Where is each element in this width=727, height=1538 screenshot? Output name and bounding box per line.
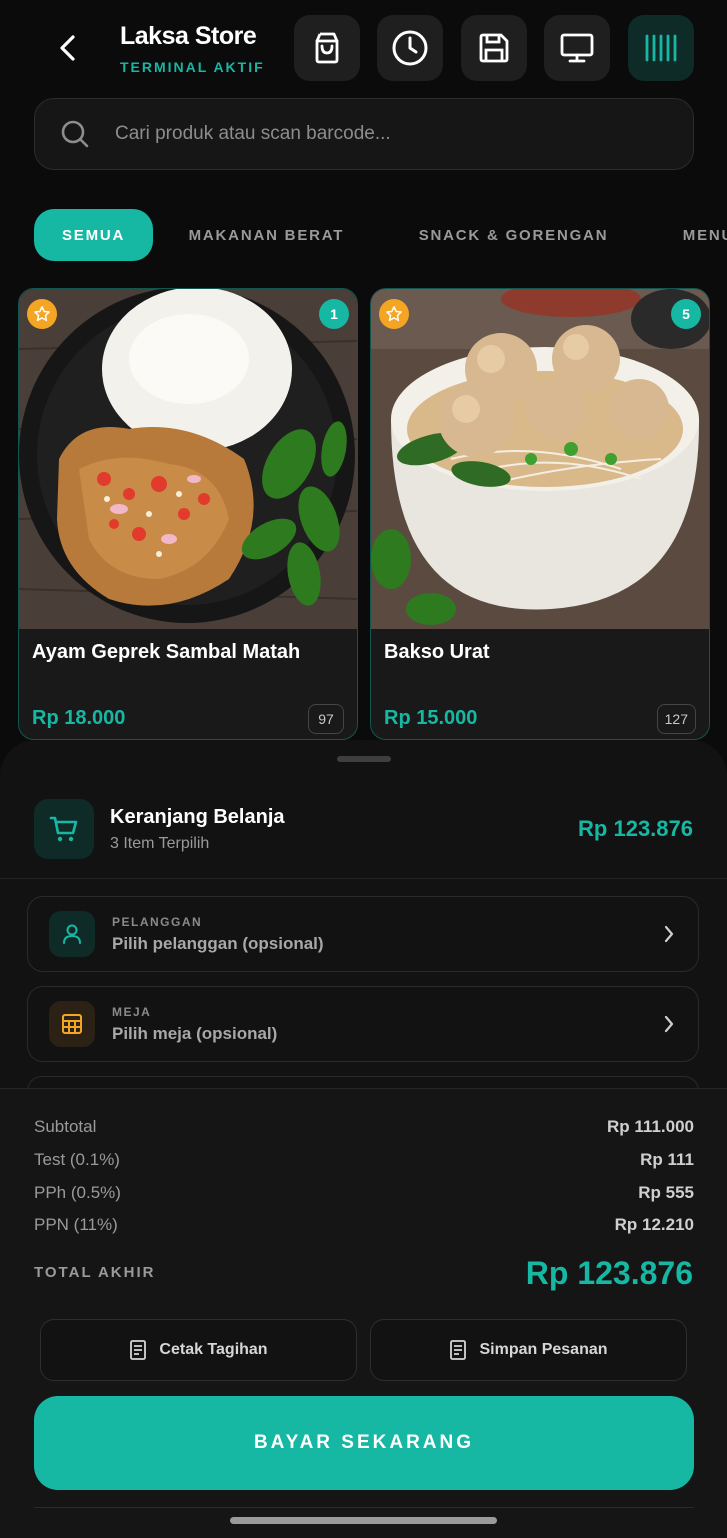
product-price: Rp 18.000 <box>32 707 126 729</box>
pay-now-button[interactable]: BAYAR SEKARANG <box>34 1396 694 1490</box>
history-button[interactable] <box>377 15 443 81</box>
tab-snack-gorengan[interactable]: SNACK & GORENGAN <box>404 209 624 261</box>
barcode-scan-button[interactable] <box>628 15 694 81</box>
product-price: Rp 15.000 <box>384 707 478 729</box>
back-button[interactable] <box>48 22 88 74</box>
summary-label: Subtotal <box>34 1117 97 1136</box>
save-order-label: Simpan Pesanan <box>479 1341 608 1358</box>
cart-icon-container <box>34 799 94 859</box>
cart-quantity-badge: 1 <box>319 299 349 329</box>
field-label: MEJA <box>112 1005 152 1019</box>
table-select[interactable]: MEJA Pilih meja (opsional) <box>27 986 699 1062</box>
customer-select[interactable]: PELANGGAN Pilih pelanggan (opsional) <box>27 896 699 972</box>
summary-label: Test (0.1%) <box>34 1150 120 1169</box>
table-grid-icon <box>49 1001 95 1047</box>
divider <box>0 878 727 879</box>
tab-makanan-berat[interactable]: MAKANAN BERAT <box>174 209 360 261</box>
chevron-right-icon <box>664 925 674 943</box>
orders-button[interactable] <box>294 15 360 81</box>
cart-quantity-badge: 5 <box>671 299 701 329</box>
print-bill-label: Cetak Tagihan <box>159 1341 268 1358</box>
monitor-icon <box>560 33 594 63</box>
receipt-icon <box>130 1340 147 1360</box>
summary-value: Rp 12.210 <box>614 1215 694 1234</box>
product-image-bakso-urat <box>371 289 709 629</box>
summary-row: PPN (11%) Rp 12.210 <box>34 1215 694 1235</box>
sheet-drag-handle[interactable] <box>337 756 391 762</box>
grand-total-value: Rp 123.876 <box>525 1255 693 1291</box>
stock-badge: 97 <box>308 704 344 734</box>
category-tabs: SEMUA MAKANAN BERAT SNACK & GORENGAN MEN… <box>34 209 727 261</box>
save-icon <box>479 33 509 63</box>
search-input[interactable] <box>115 123 675 145</box>
summary-label: PPN (11%) <box>34 1215 118 1234</box>
shopping-cart-icon <box>49 816 78 842</box>
customer-display-button[interactable] <box>544 15 610 81</box>
chevron-right-icon <box>664 1015 674 1033</box>
home-indicator[interactable] <box>230 1517 497 1524</box>
tab-semua[interactable]: SEMUA <box>34 209 154 261</box>
cart-total: Rp 123.876 <box>578 816 693 841</box>
top-bar: Laksa Store TERMINAL AKTIF <box>0 0 727 95</box>
cart-bottom-sheet: Keranjang Belanja 3 Item Terpilih Rp 123… <box>0 740 727 1538</box>
product-name: Bakso Urat <box>384 641 490 663</box>
shopping-bag-icon <box>315 32 339 64</box>
summary-value: Rp 111 <box>640 1150 694 1169</box>
field-value: Pilih pelanggan (opsional) <box>112 934 324 953</box>
search-bar[interactable] <box>34 98 694 170</box>
summary-value: Rp 555 <box>638 1183 694 1202</box>
save-draft-button[interactable] <box>461 15 527 81</box>
summary-value: Rp 111.000 <box>607 1117 694 1136</box>
search-icon <box>61 120 89 148</box>
terminal-status: TERMINAL AKTIF <box>120 59 265 75</box>
product-name: Ayam Geprek Sambal Matah <box>32 641 301 663</box>
summary-label: PPh (0.5%) <box>34 1183 121 1202</box>
user-icon <box>49 911 95 957</box>
cart-item-count: 3 Item Terpilih <box>110 835 210 852</box>
payment-summary: Subtotal Rp 111.000 Test (0.1%) Rp 111 P… <box>0 1088 727 1538</box>
barcode-icon <box>645 34 677 62</box>
cart-title: Keranjang Belanja <box>110 806 285 828</box>
save-order-button[interactable]: Simpan Pesanan <box>370 1319 687 1381</box>
product-image-ayam-geprek <box>19 289 357 629</box>
summary-row: Test (0.1%) Rp 111 <box>34 1150 694 1170</box>
print-bill-button[interactable]: Cetak Tagihan <box>40 1319 357 1381</box>
tab-menu-spesial[interactable]: MENU SPESIAL <box>668 209 727 261</box>
favorite-star-icon <box>379 299 409 329</box>
product-card[interactable]: 1 Ayam Geprek Sambal Matah Rp 18.000 97 <box>18 288 358 740</box>
summary-row: Subtotal Rp 111.000 <box>34 1117 694 1137</box>
summary-row: PPh (0.5%) Rp 555 <box>34 1183 694 1203</box>
stock-badge: 127 <box>656 704 696 734</box>
clock-icon <box>392 30 428 66</box>
grand-total-label: TOTAL AKHIR <box>34 1264 156 1281</box>
chevron-left-icon <box>60 35 75 61</box>
field-label: PELANGGAN <box>112 915 203 929</box>
product-card[interactable]: 5 Bakso Urat Rp 15.000 127 <box>370 288 710 740</box>
divider <box>34 1507 694 1508</box>
favorite-star-icon <box>27 299 57 329</box>
receipt-icon <box>450 1340 467 1360</box>
store-name: Laksa Store <box>120 22 257 50</box>
field-value: Pilih meja (opsional) <box>112 1024 278 1043</box>
